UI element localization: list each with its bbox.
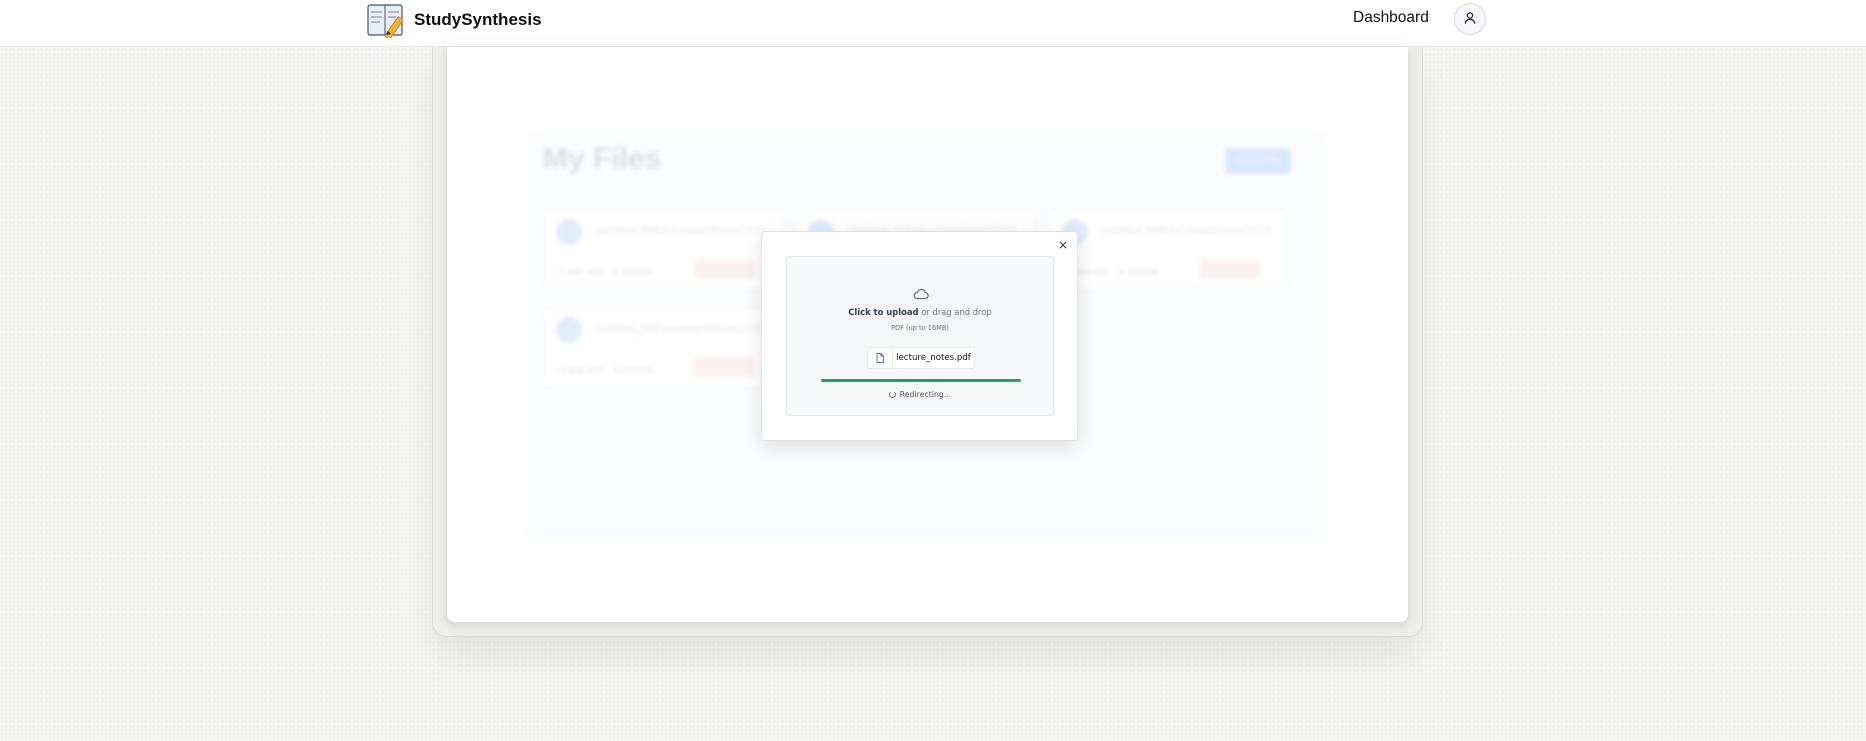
- dashboard-link[interactable]: Dashboard: [1353, 9, 1429, 27]
- upload-status: Redirecting...: [787, 390, 1053, 399]
- brand-name: StudySynthesis: [414, 10, 542, 29]
- cloud-icon: [913, 285, 929, 300]
- status-text: Redirecting...: [899, 390, 952, 399]
- selected-file-name: lecture_notes.pdf: [896, 353, 971, 363]
- upload-dropzone[interactable]: Click to upload or drag and drop PDF (up…: [786, 256, 1054, 416]
- file-icon: [868, 348, 893, 368]
- profile-button[interactable]: [1454, 3, 1486, 35]
- file-hint: PDF (up to 16MB): [891, 324, 949, 332]
- user-icon: [1463, 10, 1477, 29]
- upload-progress-bar: [821, 379, 1021, 382]
- dropzone-instructions: Click to upload or drag and drop: [787, 307, 1053, 317]
- notebook-pencil-icon: [366, 2, 408, 40]
- upload-modal: × Click to upload or drag and drop PDF (…: [761, 231, 1078, 441]
- brand[interactable]: StudySynthesis: [366, 2, 542, 40]
- close-icon[interactable]: ×: [1056, 238, 1070, 252]
- upload-progress-fill: [821, 379, 1021, 382]
- click-to-upload-text[interactable]: Click to upload: [848, 307, 918, 317]
- drag-drop-text: or drag and drop: [921, 307, 992, 317]
- top-navbar: StudySynthesis Dashboard: [0, 0, 1866, 47]
- spinner-icon: [888, 391, 896, 398]
- selected-file-chip: lecture_notes.pdf: [867, 347, 975, 369]
